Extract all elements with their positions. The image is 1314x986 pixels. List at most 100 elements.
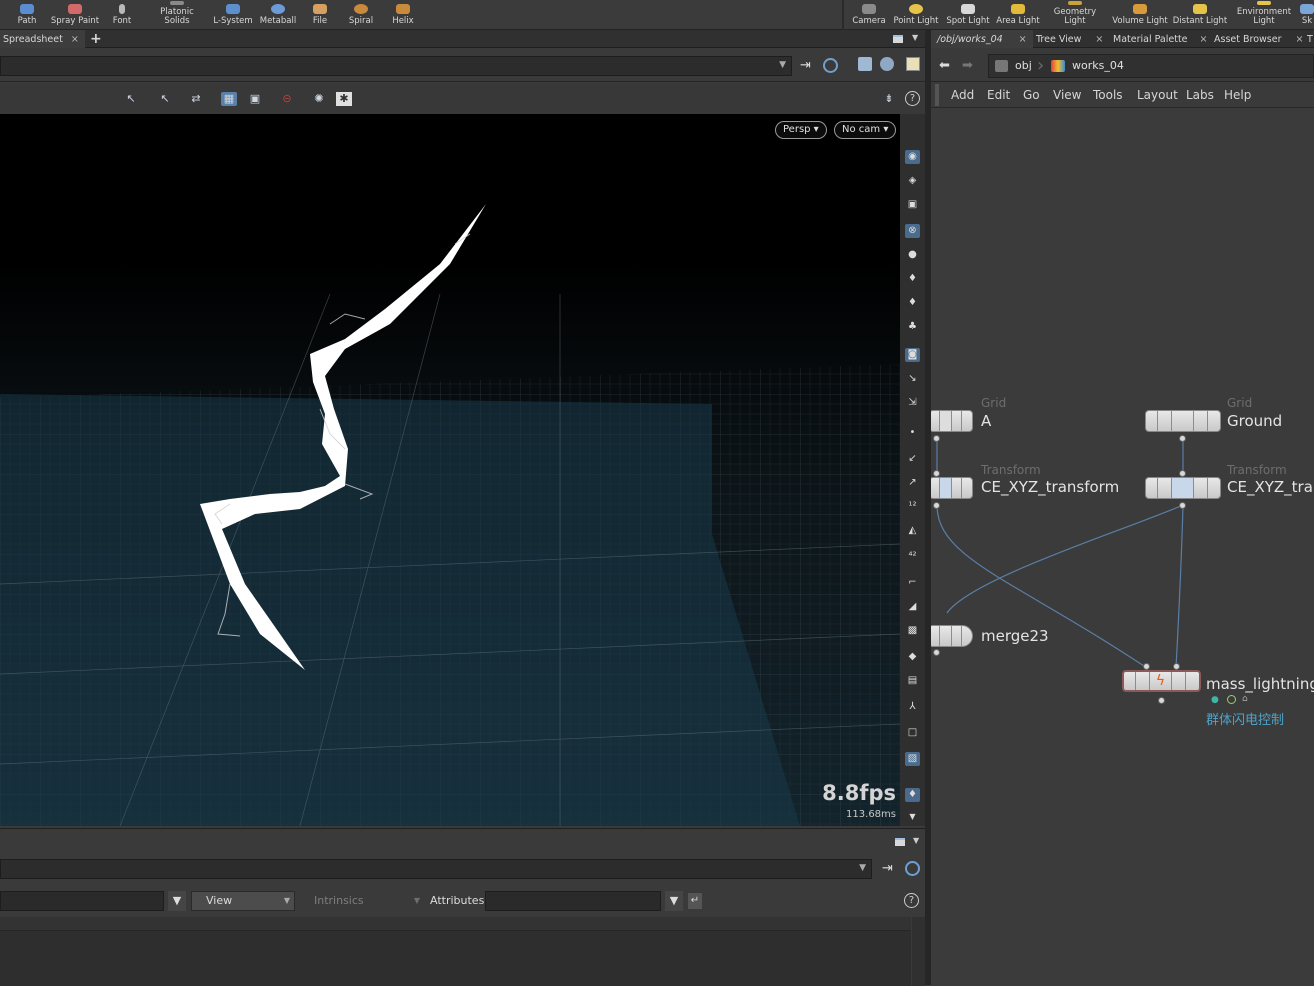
node-grid-a[interactable] [931, 410, 973, 432]
network-editor[interactable]: Grid A Grid Ground Transform CE_XYZ_tran… [931, 108, 1314, 985]
menu-view[interactable]: View [1053, 88, 1081, 102]
pane-menu-icon[interactable]: ▼ [913, 836, 919, 845]
file-tool[interactable]: File [308, 0, 332, 30]
environment-light-tool[interactable]: Environment Light [1234, 0, 1294, 30]
options-icon[interactable]: ↵ [688, 893, 702, 909]
camera-select-menu[interactable]: No cam ▾ [834, 121, 897, 139]
breadcrumb-works[interactable]: works_04 [1072, 59, 1124, 72]
forward-arrow-icon[interactable]: ➡ [962, 58, 973, 73]
area-light-tool[interactable]: Area Light [996, 0, 1040, 30]
transform-tool-icon[interactable]: ⇄ [188, 92, 204, 106]
output-port[interactable] [1179, 502, 1186, 509]
node-transform-ground[interactable] [1145, 477, 1221, 499]
dot-icon[interactable]: • [905, 426, 920, 440]
edge-icon[interactable]: ↗ [905, 476, 920, 490]
intrinsics-dropdown[interactable]: Intrinsics ▼ [300, 891, 424, 911]
menu-go[interactable]: Go [1023, 88, 1040, 102]
pane-menu-icon[interactable]: ▼ [912, 33, 918, 42]
tab-truncated[interactable]: T [1301, 30, 1314, 48]
pin-icon[interactable]: ⇥ [882, 861, 893, 876]
node-path-field[interactable] [0, 891, 164, 911]
display-options-icon[interactable] [858, 57, 872, 71]
camera-view-icon[interactable]: ▣ [247, 92, 263, 106]
background-icon[interactable]: ▧ [905, 752, 920, 766]
scene-viewport[interactable] [0, 114, 900, 826]
maximize-pane-icon[interactable] [895, 838, 905, 846]
close-view-icon[interactable]: ⊗ [905, 224, 920, 238]
output-port[interactable] [933, 502, 940, 509]
move-tool-icon[interactable]: ↖ [157, 92, 173, 106]
comment-badge-icon[interactable]: ● [1211, 695, 1219, 705]
input-port[interactable] [1143, 663, 1150, 670]
volume-light-tool[interactable]: Volume Light [1112, 0, 1168, 30]
point-light-tool[interactable]: Point Light [893, 0, 939, 30]
font-tool[interactable]: Font [110, 0, 134, 30]
platonic-solids-tool[interactable]: Platonic Solids [155, 0, 199, 30]
spray-paint-tool[interactable]: Spray Paint [50, 0, 100, 30]
branch-icon[interactable]: ⅄ [905, 700, 920, 714]
chevron-down-icon[interactable]: ▼ [905, 810, 920, 824]
tab-asset-browser[interactable]: Asset Browser × [1208, 30, 1309, 48]
link-icon[interactable] [905, 861, 920, 876]
sphere-icon[interactable]: ● [905, 248, 920, 262]
output-port[interactable] [933, 435, 940, 442]
checker-icon[interactable]: ▩ [905, 624, 920, 638]
path-tool[interactable]: Path [14, 0, 40, 30]
camera-tool[interactable]: Camera [852, 0, 886, 30]
close-icon[interactable]: × [1019, 34, 1027, 45]
spiral-tool[interactable]: Spiral [347, 0, 375, 30]
snapshot-icon[interactable] [906, 57, 920, 71]
ghost-icon[interactable]: ◙ [905, 348, 920, 362]
node-merge23[interactable] [931, 625, 973, 647]
square-icon[interactable]: □ [905, 726, 920, 740]
menu-layout[interactable]: Layout [1137, 88, 1178, 102]
select-tool-icon[interactable]: ↖ [123, 92, 139, 106]
breadcrumb[interactable]: obj › works_04 [988, 54, 1314, 78]
metaball-tool[interactable]: Metaball [258, 0, 298, 30]
number-42-icon[interactable]: ⁴² [905, 550, 920, 564]
breadcrumb-obj[interactable]: obj [1015, 59, 1032, 72]
stop-icon[interactable]: ⊝ [279, 92, 295, 106]
pin-icon[interactable]: ⇥ [800, 58, 811, 73]
lock-icon[interactable]: ⌂ [1242, 694, 1248, 704]
normal-icon[interactable]: ⇲ [905, 396, 920, 410]
menu-add[interactable]: Add [951, 88, 974, 102]
light-icon[interactable]: ♦ [905, 272, 920, 286]
spreadsheet-path-combo[interactable]: ▼ [0, 859, 872, 879]
tab-material-palette[interactable]: Material Palette × [1107, 30, 1213, 48]
vector-icon[interactable]: ↙ [905, 452, 920, 466]
spreadsheet-scrollbar[interactable] [912, 917, 925, 986]
output-port[interactable] [1179, 435, 1186, 442]
helix-tool[interactable]: Helix [390, 0, 416, 30]
tab-spreadsheet[interactable]: Spreadsheet × [0, 30, 85, 48]
output-port[interactable] [933, 649, 940, 656]
help-icon[interactable]: ? [905, 91, 920, 106]
menu-labs[interactable]: Labs [1186, 88, 1214, 102]
grid-snap-icon[interactable]: ▦ [221, 92, 237, 106]
input-port[interactable] [1173, 663, 1180, 670]
close-icon[interactable]: × [1200, 34, 1208, 45]
bulb-icon[interactable]: ♦ [905, 296, 920, 310]
add-tab-button[interactable]: + [84, 30, 108, 48]
render-icon[interactable]: ✺ [311, 92, 327, 106]
node-transform-a[interactable] [931, 477, 973, 499]
filter-icon[interactable]: ▼ [665, 891, 683, 911]
visibility-icon[interactable]: ◈ [905, 174, 920, 188]
input-port[interactable] [1179, 470, 1186, 477]
output-port[interactable] [1158, 697, 1165, 704]
menu-edit[interactable]: Edit [987, 88, 1010, 102]
help-icon[interactable]: ? [904, 893, 919, 908]
sky-light-tool[interactable]: Sk [1300, 0, 1314, 30]
spreadsheet-table[interactable] [0, 931, 911, 986]
corner-icon[interactable]: ⌐ [905, 576, 920, 590]
l-system-tool[interactable]: L-System [212, 0, 254, 30]
maximize-pane-icon[interactable] [893, 35, 903, 43]
render-options-icon[interactable] [880, 57, 894, 71]
uv-icon[interactable]: ▤ [905, 674, 920, 688]
point-icon[interactable]: ↘ [905, 372, 920, 386]
shading-icon[interactable]: ✱ [336, 92, 352, 106]
node-grid-ground[interactable] [1145, 410, 1221, 432]
tab-network-path[interactable]: /obj/works_04 × [931, 30, 1033, 48]
spot-light-tool[interactable]: Spot Light [945, 0, 991, 30]
filter-icon[interactable]: ▼ [168, 891, 186, 911]
